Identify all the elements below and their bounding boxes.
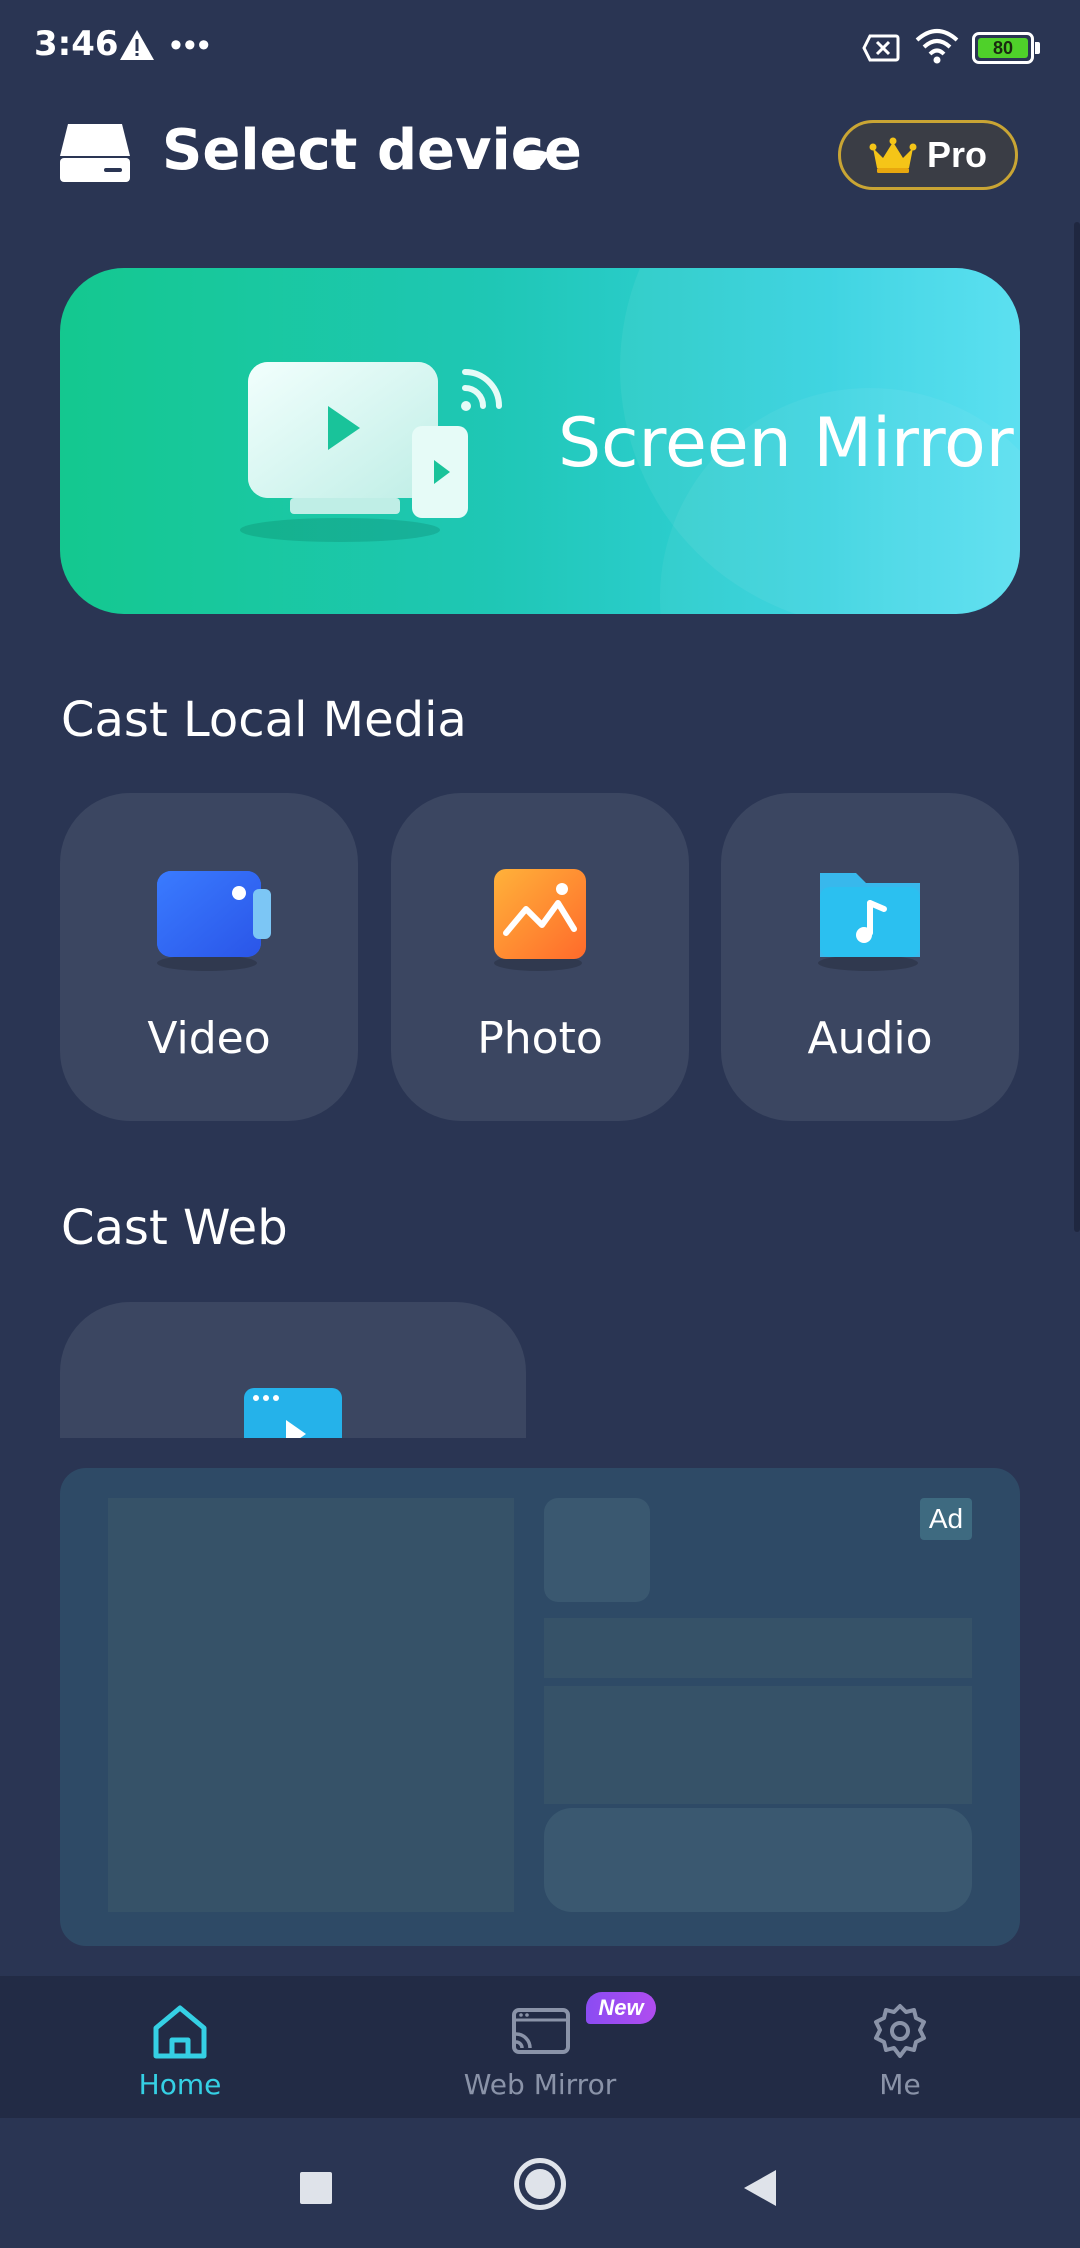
tv-box-icon[interactable] [58,122,132,184]
new-badge: New [586,1992,656,2024]
system-navigation-bar [0,2118,1080,2248]
audio-card[interactable]: Audio [721,793,1019,1121]
ad-badge: Ad [920,1498,972,1540]
screen-mirror-illustration [240,362,502,542]
nav-web-mirror-label: Web Mirror [463,2068,617,2101]
home-screen: 3:46 ••• 80 Select device Pro Screen Mir… [0,0,1080,2248]
screen-mirror-title: Screen Mirror [558,404,1014,483]
scrollbar[interactable] [1074,222,1080,1232]
nav-me-label: Me [879,2068,921,2101]
battery-icon: 80 [972,32,1040,64]
status-time: 3:46 [34,24,119,64]
no-sim-icon [862,34,900,62]
video-camera-icon [157,871,271,971]
photo-card[interactable]: Photo [391,793,689,1121]
music-folder-icon [818,873,920,971]
more-dots-icon: ••• [170,26,212,64]
photo-icon [494,869,586,971]
audio-label: Audio [807,1013,933,1064]
wifi-icon [915,29,959,64]
chevron-down-icon[interactable] [516,148,552,172]
cast-screen-icon [512,2008,570,2054]
nav-me[interactable]: Me [780,1976,1020,2118]
cast-local-media-heading: Cast Local Media [61,692,467,748]
screen-mirror-card[interactable]: Screen Mirror [60,268,1020,614]
home-icon [153,2005,207,2059]
pro-button[interactable]: Pro [838,120,1018,190]
ad-banner[interactable]: Ad [60,1468,1020,1946]
home-button[interactable] [514,2158,566,2210]
video-label: Video [147,1013,271,1064]
gear-icon [874,2004,926,2058]
nav-home-label: Home [138,2068,222,2101]
cast-web-heading: Cast Web [61,1200,288,1256]
ad-image-placeholder [108,1498,514,1912]
cast-web-card[interactable] [60,1302,526,1438]
status-bar: 3:46 ••• 80 [0,0,1080,96]
ad-cta-placeholder[interactable] [544,1808,972,1912]
photo-label: Photo [477,1013,603,1064]
crown-icon [869,137,917,173]
nav-home[interactable]: Home [60,1976,300,2118]
battery-level: 80 [978,38,1028,58]
back-button[interactable] [742,2168,778,2208]
browser-play-icon [244,1388,342,1438]
warning-icon [120,30,154,60]
pro-label: Pro [926,134,987,175]
ad-description-placeholder [544,1686,972,1804]
video-card[interactable]: Video [60,793,358,1121]
bottom-navigation: Home Web Mirror Me [0,1976,1080,2118]
recents-button[interactable] [300,2172,332,2204]
ad-logo-placeholder [544,1498,650,1602]
ad-title-placeholder [544,1618,972,1678]
